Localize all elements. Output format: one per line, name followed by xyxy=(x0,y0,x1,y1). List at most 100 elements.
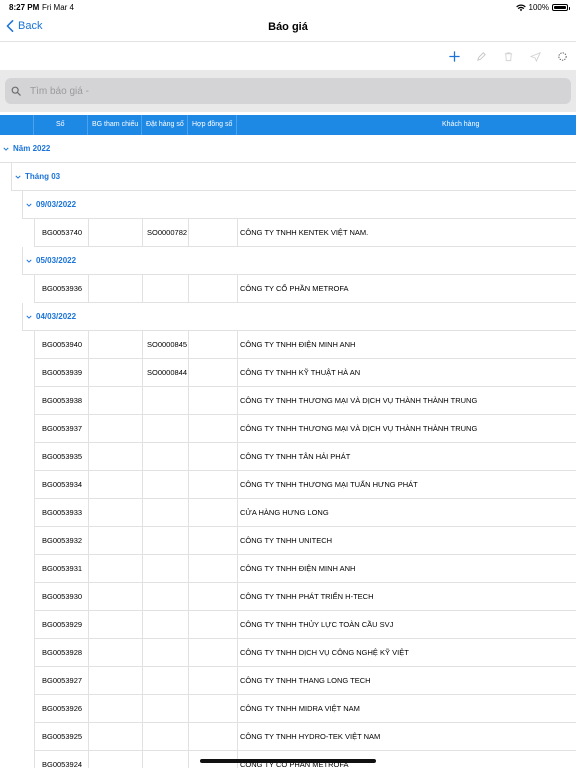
cell-hop-dong-so xyxy=(189,723,238,751)
header-khach-hang[interactable]: Khách hàng xyxy=(237,115,576,135)
search-input[interactable] xyxy=(30,85,530,97)
table-row[interactable]: BG0053932 CÔNG TY TNHH UNITECH xyxy=(34,527,576,555)
cell-so: BG0053740 xyxy=(35,219,89,247)
table-row[interactable]: BG0053926 CÔNG TY TNHH MIDRA VIỆT NAM xyxy=(34,695,576,723)
group-month[interactable]: Tháng 03 xyxy=(11,163,576,191)
refresh-button[interactable] xyxy=(555,49,569,63)
cell-so: BG0053924 xyxy=(35,751,89,768)
cell-hop-dong-so xyxy=(189,639,238,667)
header-bg-tham-chieu[interactable]: BG tham chiếu xyxy=(88,115,142,135)
table-row[interactable]: BG0053929 CÔNG TY TNHH THỦY LỰC TOÀN CẦU… xyxy=(34,611,576,639)
cell-dat-hang-so xyxy=(143,583,189,611)
cell-bg-tham-chieu xyxy=(89,751,143,768)
cell-so: BG0053932 xyxy=(35,527,89,555)
cell-so: BG0053935 xyxy=(35,443,89,471)
group-year-label: Năm 2022 xyxy=(13,144,51,153)
cell-khach-hang: CÔNG TY TNHH THƯƠNG MẠI TUẤN HƯNG PHÁT xyxy=(240,480,418,489)
cell-khach-hang: CÔNG TY TNHH KỸ THUẬT HÀ AN xyxy=(240,368,361,377)
table-row[interactable]: BG0053938 CÔNG TY TNHH THƯƠNG MẠI VÀ DỊC… xyxy=(34,387,576,415)
header-so[interactable]: Số xyxy=(34,115,88,135)
cell-so: BG0053927 xyxy=(35,667,89,695)
cell-khach-hang: CÔNG TY CỔ PHẦN METROFA xyxy=(240,284,349,293)
table-row[interactable]: BG0053939 SO0000844 CÔNG TY TNHH KỸ THUẬ… xyxy=(34,359,576,387)
table-row[interactable]: BG0053933 CỬA HÀNG HƯNG LONG xyxy=(34,499,576,527)
cell-dat-hang-so xyxy=(143,695,189,723)
table-row[interactable]: BG0053930 CÔNG TY TNHH PHÁT TRIỂN H-TECH xyxy=(34,583,576,611)
send-button[interactable] xyxy=(528,49,542,63)
table-row[interactable]: BG0053740 SO0000782 CÔNG TY TNHH KENTEK … xyxy=(34,219,576,247)
table-row[interactable]: BG0053927 CÔNG TY TNHH THANG LONG TECH xyxy=(34,667,576,695)
cell-bg-tham-chieu xyxy=(89,639,143,667)
cell-bg-tham-chieu xyxy=(89,331,143,359)
cell-hop-dong-so xyxy=(189,499,238,527)
page-title: Báo giá xyxy=(268,21,308,33)
group-day-label: 05/03/2022 xyxy=(36,256,77,265)
cell-bg-tham-chieu xyxy=(89,471,143,499)
group-day[interactable]: 04/03/2022 xyxy=(22,303,576,331)
cell-khach-hang: CÔNG TY TNHH ĐIỆN MINH ANH xyxy=(240,564,356,573)
group-year[interactable]: Năm 2022 xyxy=(0,135,576,163)
cell-so: BG0053940 xyxy=(35,331,89,359)
cell-so: BG0053926 xyxy=(35,695,89,723)
edit-icon xyxy=(476,51,486,61)
cell-dat-hang-so xyxy=(143,443,189,471)
cell-dat-hang-so xyxy=(143,471,189,499)
cell-hop-dong-so xyxy=(189,471,238,499)
cell-so: BG0053925 xyxy=(35,723,89,751)
cell-khach-hang: CÔNG TY TNHH THANG LONG TECH xyxy=(240,676,371,685)
group-day[interactable]: 05/03/2022 xyxy=(22,247,576,275)
cell-khach-hang: CÔNG TY TNHH THƯƠNG MẠI VÀ DỊCH VỤ THÀNH… xyxy=(240,424,478,433)
add-button[interactable] xyxy=(447,49,461,63)
cell-bg-tham-chieu xyxy=(89,275,143,303)
cell-dat-hang-so: SO0000844 xyxy=(143,359,189,387)
search-icon xyxy=(11,86,21,96)
cell-bg-tham-chieu xyxy=(89,667,143,695)
header-dat-hang-so[interactable]: Đặt hàng số xyxy=(142,115,188,135)
chevron-down-icon xyxy=(26,202,32,208)
grid-body: Năm 2022 Tháng 03 09/03/2022 BG0053740 S… xyxy=(0,135,576,768)
table-row[interactable]: BG0053925 CÔNG TY TNHH HYDRO-TEK VIỆT NA… xyxy=(34,723,576,751)
cell-hop-dong-so xyxy=(189,695,238,723)
cell-dat-hang-so xyxy=(143,527,189,555)
cell-bg-tham-chieu xyxy=(89,443,143,471)
cell-dat-hang-so xyxy=(143,723,189,751)
header-hop-dong-so[interactable]: Hợp đồng số xyxy=(188,115,237,135)
chevron-down-icon xyxy=(3,146,9,152)
cell-so: BG0053939 xyxy=(35,359,89,387)
table-row[interactable]: BG0053937 CÔNG TY TNHH THƯƠNG MẠI VÀ DỊC… xyxy=(34,415,576,443)
cell-bg-tham-chieu xyxy=(89,695,143,723)
cell-so: BG0053938 xyxy=(35,387,89,415)
edit-button[interactable] xyxy=(474,49,488,63)
table-row[interactable]: BG0053935 CÔNG TY TNHH TÂN HẢI PHÁT xyxy=(34,443,576,471)
cell-hop-dong-so xyxy=(189,443,238,471)
search-box[interactable] xyxy=(5,78,571,104)
cell-khach-hang: CÔNG TY TNHH HYDRO-TEK VIỆT NAM xyxy=(240,732,381,741)
cell-khach-hang: CÔNG TY TNHH THỦY LỰC TOÀN CẦU SVJ xyxy=(240,620,394,629)
cell-bg-tham-chieu xyxy=(89,219,143,247)
cell-so: BG0053937 xyxy=(35,415,89,443)
table-row[interactable]: BG0053928 CÔNG TY TNHH DỊCH VỤ CÔNG NGHỆ… xyxy=(34,639,576,667)
group-day[interactable]: 09/03/2022 xyxy=(22,191,576,219)
cell-so: BG0053930 xyxy=(35,583,89,611)
search-bar xyxy=(0,70,576,112)
chevron-down-icon xyxy=(26,314,32,320)
cell-bg-tham-chieu xyxy=(89,359,143,387)
cell-bg-tham-chieu xyxy=(89,723,143,751)
table-row[interactable]: BG0053931 CÔNG TY TNHH ĐIỆN MINH ANH xyxy=(34,555,576,583)
chevron-down-icon xyxy=(15,174,21,180)
cell-bg-tham-chieu xyxy=(89,555,143,583)
table-row[interactable]: BG0053936 CÔNG TY CỔ PHẦN METROFA xyxy=(34,275,576,303)
cell-so: BG0053929 xyxy=(35,611,89,639)
cell-bg-tham-chieu xyxy=(89,611,143,639)
delete-button[interactable] xyxy=(501,49,515,63)
cell-khach-hang: CÔNG TY TNHH MIDRA VIỆT NAM xyxy=(240,704,360,713)
chevron-down-icon xyxy=(26,258,32,264)
table-row[interactable]: BG0053934 CÔNG TY TNHH THƯƠNG MẠI TUẤN H… xyxy=(34,471,576,499)
battery-percent: 100% xyxy=(528,3,549,12)
cell-khach-hang: CÔNG TY TNHH KENTEK VIỆT NAM. xyxy=(240,228,369,237)
cell-khach-hang: CÔNG TY TNHH UNITECH xyxy=(240,536,333,545)
cell-so: BG0053936 xyxy=(35,275,89,303)
table-row[interactable]: BG0053940 SO0000845 CÔNG TY TNHH ĐIỆN MI… xyxy=(34,331,576,359)
cell-hop-dong-so xyxy=(189,387,238,415)
home-indicator[interactable] xyxy=(200,759,376,763)
